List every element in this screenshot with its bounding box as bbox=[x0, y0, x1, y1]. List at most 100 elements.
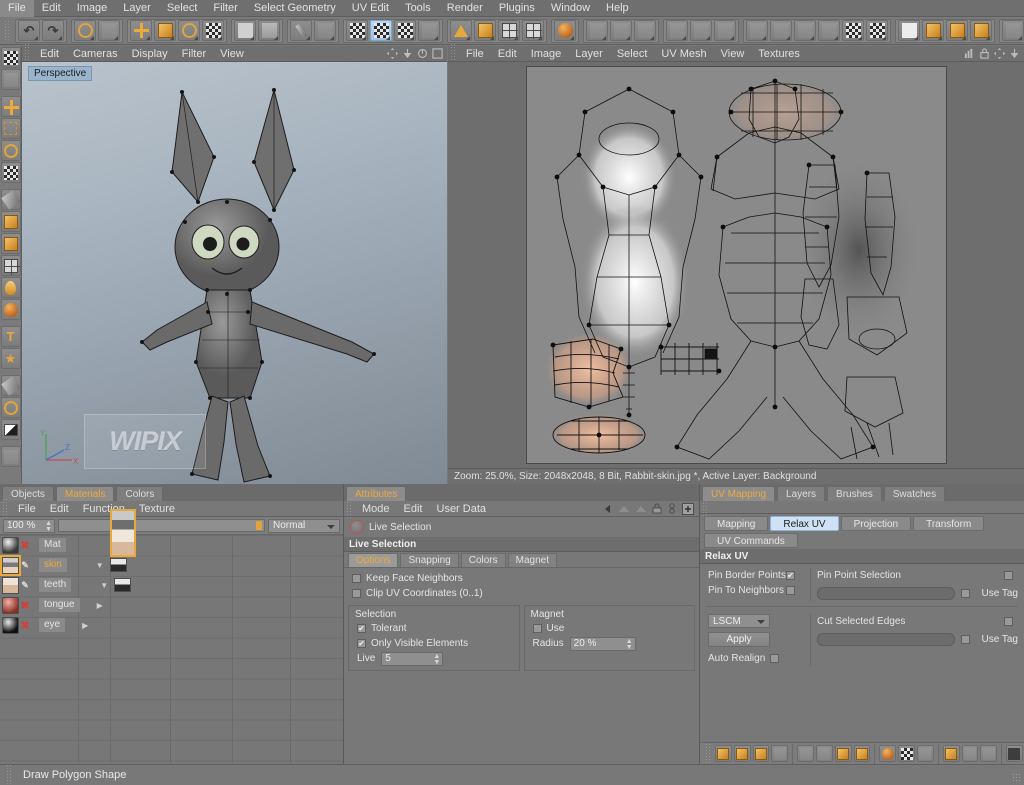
rotate-icon[interactable] bbox=[417, 48, 428, 59]
viewport-menu-view[interactable]: View bbox=[213, 46, 251, 62]
pin-border-points-checkbox[interactable] bbox=[786, 571, 795, 580]
menu-item-plugins[interactable]: Plugins bbox=[491, 0, 543, 17]
menu-item-select[interactable]: Select bbox=[159, 0, 206, 17]
layer-mask-icon[interactable] bbox=[922, 20, 944, 41]
chevron-down-icon[interactable]: ▼ bbox=[93, 561, 104, 570]
uv-viewport-menu-edit[interactable]: Edit bbox=[491, 46, 524, 62]
zoom-icon[interactable] bbox=[402, 48, 413, 59]
uv-fit-to-canvas-icon[interactable] bbox=[715, 745, 732, 762]
render-view-icon[interactable] bbox=[554, 20, 576, 41]
tab-brushes[interactable]: Brushes bbox=[827, 486, 882, 501]
eyedropper-tool-icon[interactable] bbox=[0, 375, 21, 396]
menu-item-edit[interactable]: Edit bbox=[34, 0, 69, 17]
uv-texture-area[interactable] bbox=[525, 66, 947, 464]
texture-preview-icon[interactable] bbox=[0, 47, 21, 68]
brush-preset-icon[interactable] bbox=[634, 20, 656, 41]
grid-icon[interactable] bbox=[498, 20, 520, 41]
uv-align-icon[interactable] bbox=[733, 745, 751, 762]
material-row[interactable]: ✖ tongue ▶ bbox=[0, 595, 343, 615]
magnet-radius-spinner[interactable]: ▲ ▼ bbox=[626, 638, 633, 651]
zoom-icon[interactable] bbox=[1009, 48, 1020, 59]
lock-icon[interactable] bbox=[979, 48, 990, 59]
attribute-checkbox-row-1[interactable]: Keep Face Neighbors bbox=[344, 571, 699, 586]
uv-brush-icon[interactable] bbox=[942, 745, 960, 762]
delete-material-icon[interactable]: ✖ bbox=[19, 599, 31, 612]
scale-tool-icon[interactable] bbox=[154, 20, 176, 41]
uv-erase-icon[interactable] bbox=[980, 745, 998, 762]
blank-tool-icon[interactable] bbox=[0, 69, 21, 90]
maximize-icon[interactable] bbox=[432, 48, 443, 59]
uv-rotate-icon[interactable] bbox=[834, 745, 852, 762]
apply-button[interactable]: Apply bbox=[708, 632, 770, 647]
texture-axis-icon[interactable] bbox=[202, 20, 224, 41]
gradient-icon[interactable] bbox=[866, 20, 888, 41]
uv-mirror-icon[interactable] bbox=[853, 745, 871, 762]
subtab-colors[interactable]: Colors bbox=[460, 553, 506, 567]
uv-subtab-transform[interactable]: Transform bbox=[913, 515, 985, 531]
pan-icon[interactable] bbox=[994, 48, 1005, 59]
selection-mode-icon[interactable] bbox=[98, 20, 120, 41]
move-tool-icon[interactable] bbox=[0, 96, 21, 117]
texture-chip[interactable] bbox=[114, 578, 132, 592]
undo-icon[interactable]: ↶ bbox=[18, 20, 40, 41]
clone-icon[interactable] bbox=[666, 20, 688, 41]
cut-tag-field[interactable] bbox=[817, 632, 956, 646]
uv-viewport-menu-select[interactable]: Select bbox=[610, 46, 655, 62]
move-tool-icon[interactable] bbox=[130, 20, 152, 41]
layer-merge-icon[interactable] bbox=[970, 20, 992, 41]
uv-flip-h-icon[interactable] bbox=[797, 745, 814, 762]
toolbar-grip[interactable] bbox=[4, 19, 11, 42]
material-swatch[interactable] bbox=[2, 576, 19, 594]
live-spinner[interactable]: ▲ ▼ bbox=[433, 653, 440, 666]
uv-polygons-icon[interactable] bbox=[394, 20, 416, 41]
menu-item-help[interactable]: Help bbox=[598, 0, 637, 17]
material-swatch[interactable] bbox=[2, 596, 19, 614]
live-field[interactable]: 5 ▲ ▼ bbox=[381, 651, 444, 666]
menu-item-image[interactable]: Image bbox=[69, 0, 116, 17]
delete-material-icon[interactable]: ✖ bbox=[19, 539, 31, 552]
uv-layout-icon[interactable] bbox=[752, 745, 770, 762]
3d-paint-icon[interactable] bbox=[258, 20, 280, 41]
text-tool-icon[interactable]: T bbox=[0, 326, 21, 347]
uv-viewport-menu-layer[interactable]: Layer bbox=[568, 46, 610, 62]
texture-chip[interactable] bbox=[109, 558, 127, 572]
line-tool-icon[interactable] bbox=[746, 20, 768, 41]
uv-realign-icon[interactable] bbox=[771, 745, 789, 762]
uv-subtab-relax-uv[interactable]: Relax UV bbox=[770, 515, 839, 531]
histogram-icon[interactable] bbox=[964, 48, 975, 59]
pattern-icon[interactable] bbox=[610, 20, 632, 41]
uv-viewport-menu-image[interactable]: Image bbox=[524, 46, 569, 62]
link-icon[interactable] bbox=[667, 503, 677, 514]
opacity-slider[interactable] bbox=[58, 519, 265, 532]
add-icon[interactable] bbox=[682, 502, 694, 515]
uv-polygon-mode-icon[interactable] bbox=[474, 20, 496, 41]
magnet-use-row[interactable]: Use bbox=[525, 621, 695, 636]
resize-handle[interactable] bbox=[1012, 773, 1022, 783]
attributes-grip[interactable] bbox=[346, 497, 353, 520]
tolerant-row[interactable]: Tolerant bbox=[349, 621, 519, 636]
tab-attributes[interactable]: Attributes bbox=[346, 486, 407, 501]
pan-icon[interactable] bbox=[387, 48, 398, 59]
menu-item-filter[interactable]: Filter bbox=[205, 0, 245, 17]
color-swatch-tool-icon[interactable] bbox=[0, 419, 21, 440]
lock-icon[interactable] bbox=[652, 503, 662, 514]
attributes-menu-mode[interactable]: Mode bbox=[355, 501, 397, 517]
polygon-shape-icon[interactable] bbox=[818, 20, 840, 41]
subtab-magnet[interactable]: Magnet bbox=[507, 553, 557, 567]
pin-to-neighbors-row[interactable]: Pin To Neighbors bbox=[700, 583, 804, 598]
polygon-mode-icon[interactable] bbox=[450, 20, 472, 41]
viewport-menu-cameras[interactable]: Cameras bbox=[66, 46, 125, 62]
auto-realign-row[interactable]: Auto Realign bbox=[708, 651, 804, 666]
eraser-tool-icon[interactable] bbox=[0, 233, 21, 254]
material-name[interactable]: eye bbox=[39, 618, 66, 632]
uv-canvas[interactable] bbox=[448, 62, 1024, 468]
tab-colors[interactable]: Colors bbox=[116, 486, 164, 501]
blur-icon[interactable] bbox=[690, 20, 712, 41]
blend-mode-dropdown[interactable]: Normal bbox=[268, 518, 340, 533]
pin-tag-field[interactable] bbox=[817, 586, 956, 600]
tab-uv-mapping[interactable]: UV Mapping bbox=[702, 486, 776, 501]
circle-select-tool-icon[interactable] bbox=[0, 446, 21, 467]
rotate-tool-icon[interactable] bbox=[0, 140, 21, 161]
material-swatch[interactable] bbox=[2, 536, 19, 554]
material-tag-icon[interactable]: ✎ bbox=[19, 580, 31, 591]
